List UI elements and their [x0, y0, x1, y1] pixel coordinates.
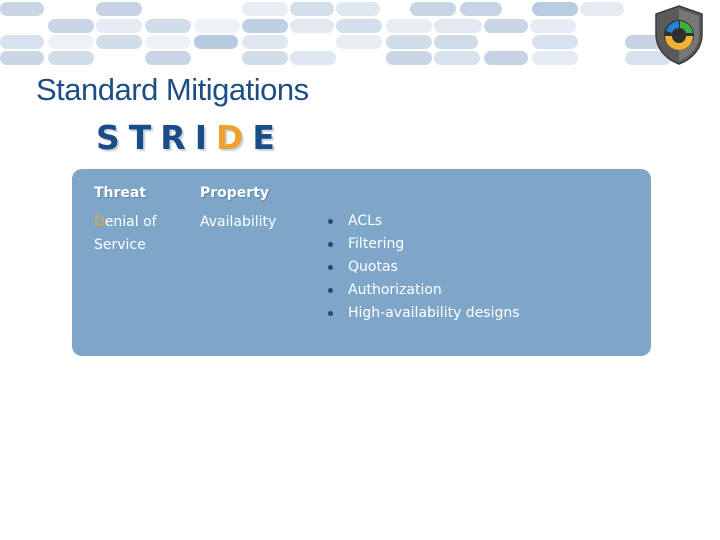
acronym-letter: E — [252, 118, 284, 157]
threat-initial: D — [94, 214, 105, 230]
banner-pill — [242, 51, 288, 65]
banner-pill — [290, 19, 334, 33]
banner-pill — [145, 19, 191, 33]
banner-pill — [290, 2, 334, 16]
property-header: Property — [200, 185, 270, 201]
banner-pill — [336, 19, 382, 33]
banner-pill — [194, 19, 240, 33]
banner-pill — [434, 19, 482, 33]
slide-title: Standard Mitigations — [36, 72, 309, 107]
banner-pill — [386, 19, 432, 33]
banner-pill — [532, 51, 578, 65]
banner-pill — [194, 35, 238, 49]
banner-pill — [48, 51, 94, 65]
property-cell: Availability — [200, 214, 277, 230]
banner-pill — [96, 2, 142, 16]
banner-pill — [336, 2, 380, 16]
banner-pill — [48, 19, 94, 33]
banner-pill — [386, 35, 432, 49]
banner-pill — [0, 35, 44, 49]
banner-pill — [336, 35, 382, 49]
acronym-letter: I — [194, 118, 216, 157]
banner-pill — [145, 51, 191, 65]
mitigation-list: ACLs Filtering Quotas Authorization High… — [326, 210, 520, 325]
bullet-icon — [328, 219, 333, 224]
banner-pill — [484, 51, 528, 65]
mitigation-item: Authorization — [326, 279, 520, 302]
stride-acronym: STRIDE — [96, 118, 284, 157]
banner-pill — [386, 51, 432, 65]
threat-text-line2: Service — [94, 237, 146, 253]
shield-logo-icon — [655, 5, 703, 65]
banner-pill — [0, 51, 44, 65]
banner-pill — [434, 51, 480, 65]
mitigation-item: Filtering — [326, 233, 520, 256]
banner-pill — [242, 35, 288, 49]
acronym-letter: T — [128, 118, 161, 157]
banner-pill — [145, 35, 191, 49]
mitigation-item: Quotas — [326, 256, 520, 279]
banner-pill — [242, 2, 288, 16]
banner-pill — [460, 2, 502, 16]
mitigation-item: High-availability designs — [326, 302, 520, 325]
threat-cell: Denial of Service — [94, 211, 157, 257]
threat-header: Threat — [94, 185, 147, 201]
acronym-letter: D — [216, 118, 253, 157]
banner-pill — [484, 19, 528, 33]
banner-pill — [410, 2, 456, 16]
banner-pill — [434, 35, 478, 49]
acronym-letter: S — [96, 118, 129, 157]
banner-pill — [96, 35, 142, 49]
acronym-letter: R — [160, 118, 195, 157]
banner-pill — [242, 19, 288, 33]
banner-pill — [290, 51, 336, 65]
banner-pill — [580, 2, 624, 16]
bullet-icon — [328, 265, 333, 270]
banner-pill — [532, 2, 578, 16]
bullet-icon — [328, 288, 333, 293]
banner-pill — [48, 35, 94, 49]
bullet-icon — [328, 311, 333, 316]
mitigation-item: ACLs — [326, 210, 520, 233]
bullet-icon — [328, 242, 333, 247]
banner-pill — [0, 2, 44, 16]
decorative-banner — [0, 0, 720, 70]
banner-pill — [96, 19, 142, 33]
threat-text-line1: enial of — [104, 214, 157, 230]
mitigation-panel: Threat Property Denial of Service Availa… — [72, 169, 651, 356]
banner-pill — [532, 35, 578, 49]
banner-pill — [530, 19, 576, 33]
